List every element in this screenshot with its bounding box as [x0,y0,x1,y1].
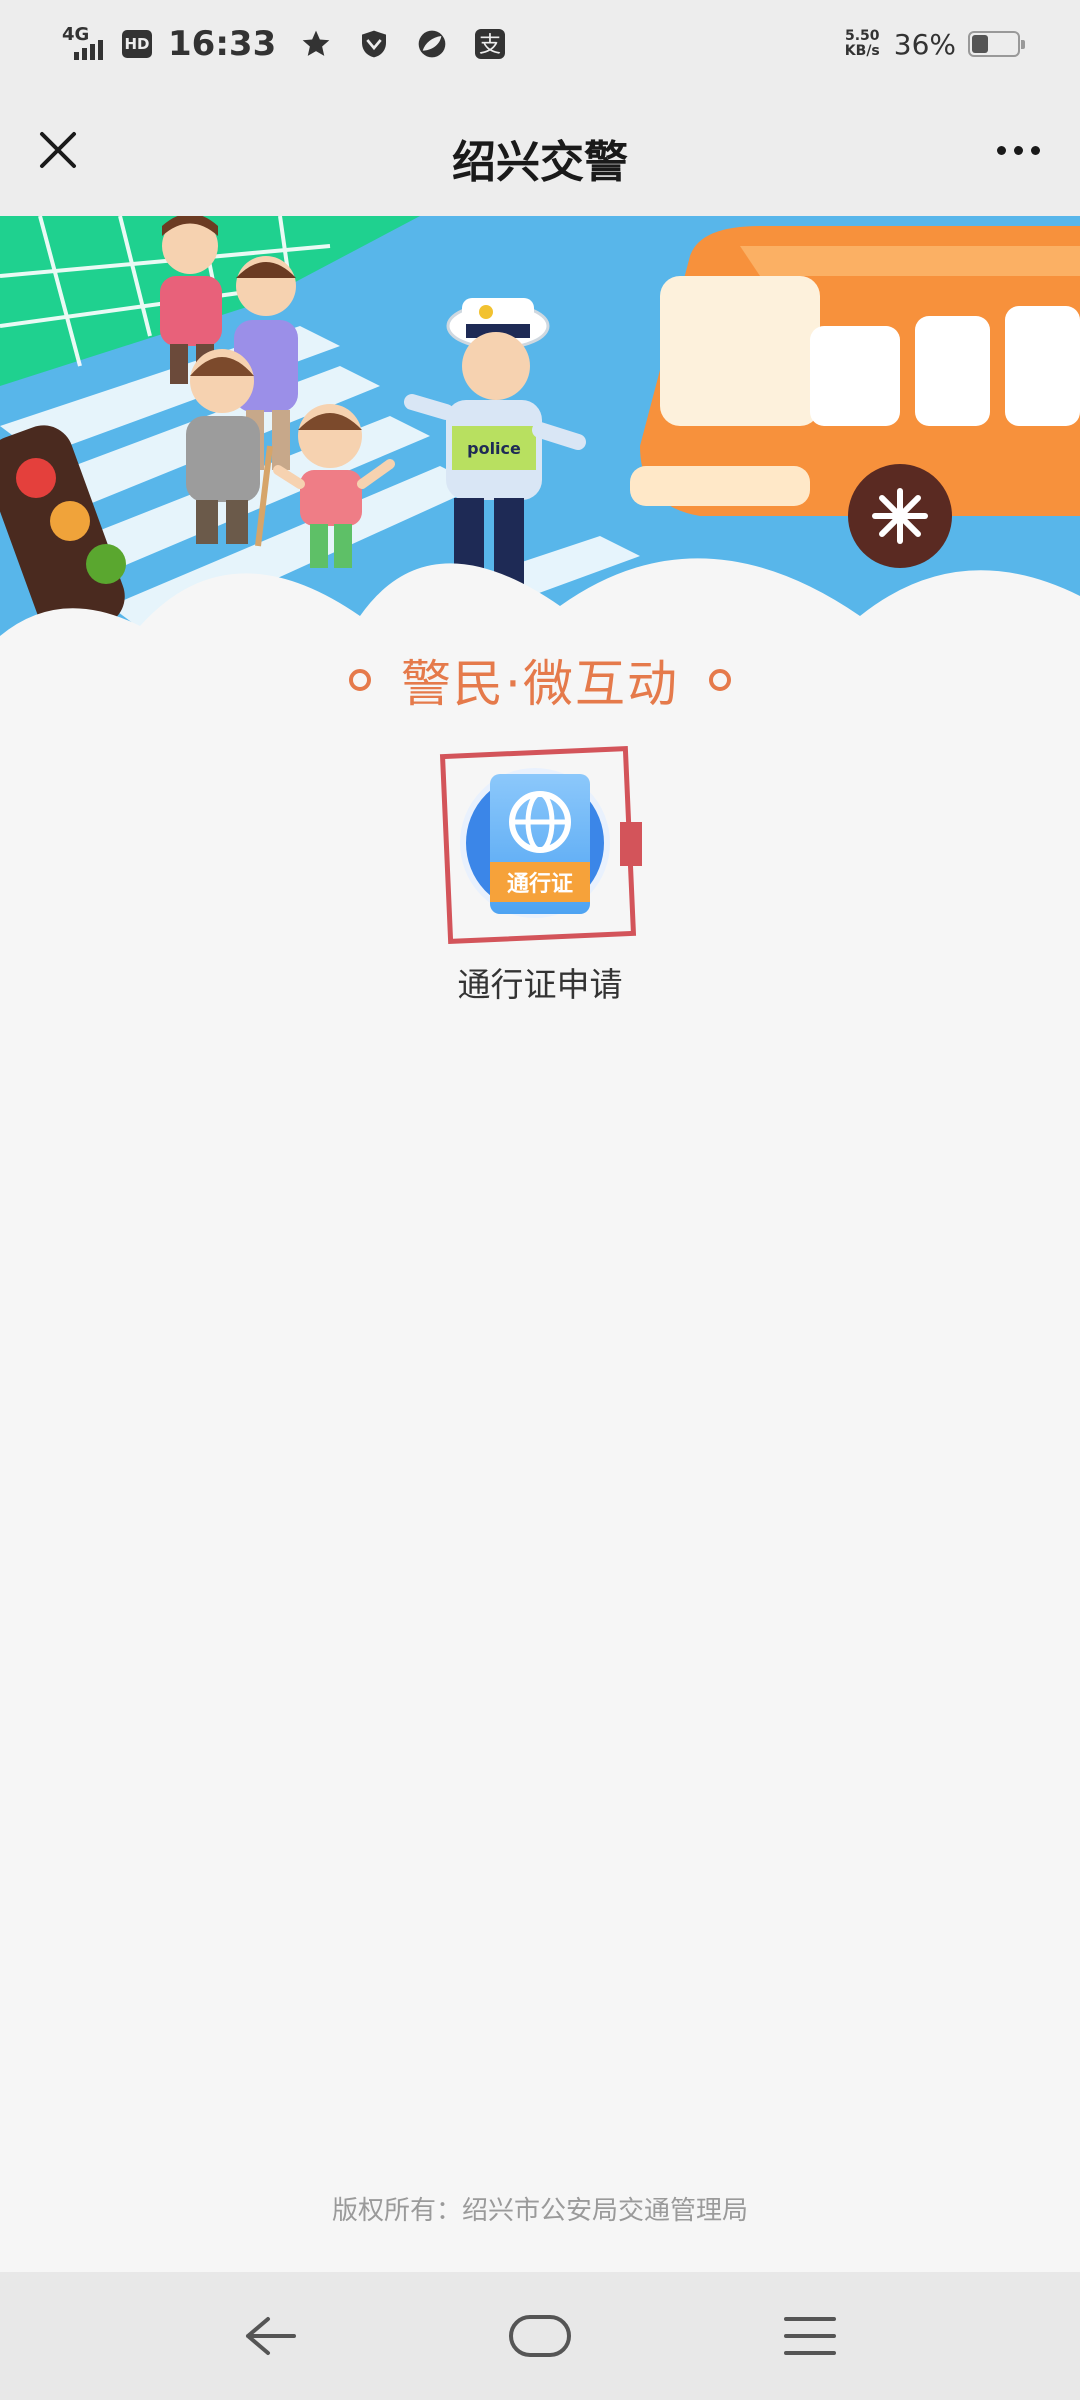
more-icon-dot [1030,145,1040,155]
highlight-tab [620,822,642,866]
title-bar: 绍兴交警 [0,88,1080,216]
home-button[interactable] [500,2300,580,2372]
pass-card-icon: 通行证 [490,774,590,914]
pass-badge: 通行证 [490,862,590,902]
net-speed: 5.50 KB/s [845,29,880,59]
more-icon-dot [996,145,1006,155]
ring-left-icon [349,669,372,691]
more-button[interactable] [982,118,1054,182]
svg-text:支: 支 [479,33,501,58]
battery-percent: 36% [893,27,956,61]
signal-bars [74,40,103,60]
status-right: 5.50 KB/s 36% [845,22,1025,66]
more-icon-dot [1013,145,1023,155]
back-icon [246,2317,296,2355]
section-heading-text: 警民·微互动 [401,655,679,713]
leaf-icon [414,26,450,62]
signal-icon: 4G [60,22,110,66]
section-heading: 警民·微互动 [0,640,1080,720]
shield-icon [356,26,392,62]
system-nav-bar [0,2272,1080,2400]
page-title: 绍兴交警 [452,137,628,188]
menu-button[interactable] [770,2300,850,2372]
alipay-icon: 支 [472,26,508,62]
net-speed-unit: KB/s [844,43,880,59]
svg-text:police: police [467,439,521,458]
clock: 16:33 [168,24,277,64]
status-bar: 4G HD 16:33 支 5.50 KB/s 36% [0,0,1080,88]
menu-icon [784,2317,836,2355]
pass-application-tile[interactable]: 通行证 通行证申请 [439,740,642,1010]
back-button[interactable] [230,2300,310,2372]
star-icon [298,26,334,62]
hd-icon: HD [122,30,152,58]
battery-fill [972,35,988,53]
status-left: 4G HD 16:33 支 [60,18,508,70]
copyright-text: 版权所有：绍兴市公安局交通管理局 [331,2196,748,2226]
ring-right-icon [708,669,731,691]
battery-icon [968,31,1025,57]
app-label: 通行证申请 [457,965,623,1004]
home-icon [509,2315,571,2357]
globe-icon [509,791,571,853]
net-speed-value: 5.50 [845,28,880,44]
